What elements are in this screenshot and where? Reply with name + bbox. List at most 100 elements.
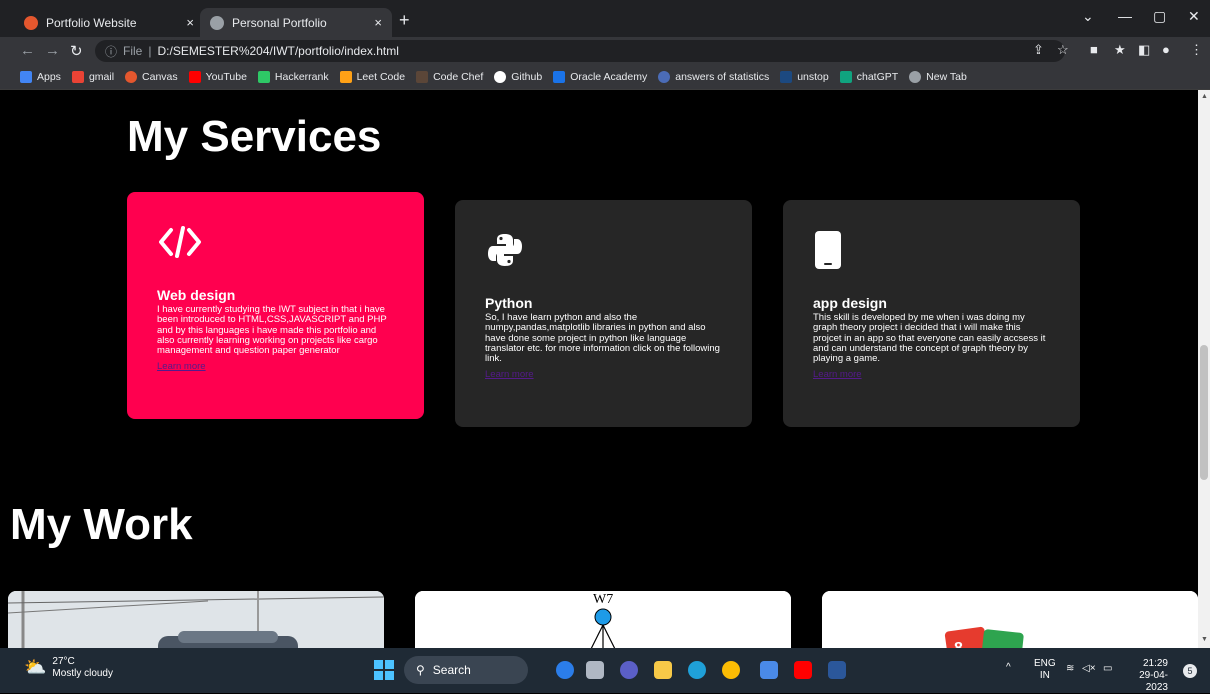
- teams-chat-icon[interactable]: [620, 661, 638, 679]
- mobile-icon: [813, 230, 1050, 270]
- youtube-taskbar-icon[interactable]: [794, 661, 812, 679]
- bookmarks-bar: Apps gmail Canvas YouTube Hackerrank Lee…: [0, 65, 1210, 90]
- learn-more-link[interactable]: Learn more: [157, 361, 206, 372]
- service-card-python: Python So, I have learn python and also …: [455, 200, 752, 427]
- temperature: 27°C: [52, 656, 75, 667]
- info-icon[interactable]: ⓘ: [105, 43, 117, 60]
- portfolio-favicon-icon: [24, 15, 38, 30]
- menu-icon[interactable]: ⋮: [1190, 42, 1203, 58]
- bookmark-youtube[interactable]: YouTube: [188, 71, 247, 83]
- bookmark-gmail[interactable]: gmail: [71, 71, 114, 83]
- bookmark-codechef[interactable]: Code Chef: [416, 71, 483, 83]
- youtube-icon: [188, 71, 201, 83]
- minimize-icon[interactable]: —: [1118, 8, 1132, 24]
- tab-portfolio-website[interactable]: Portfolio Website ×: [14, 8, 204, 37]
- service-title: Web design: [157, 287, 236, 303]
- apps-grid-icon: [20, 71, 32, 83]
- close-window-icon[interactable]: ✕: [1188, 8, 1200, 25]
- service-card-app-design: app design This skill is developed by me…: [783, 200, 1080, 427]
- weather-widget[interactable]: ⛅ 27°C Mostly cloudy: [24, 656, 113, 680]
- tab-search-icon[interactable]: ⌄: [1082, 8, 1094, 25]
- tab-title: Portfolio Website: [46, 15, 137, 30]
- unstop-icon: [780, 71, 793, 83]
- close-tab-icon[interactable]: ×: [186, 15, 194, 30]
- forward-icon[interactable]: →: [45, 42, 60, 59]
- extension-icon[interactable]: ■: [1090, 42, 1098, 57]
- bookmark-github[interactable]: Github: [494, 71, 542, 83]
- vertical-scrollbar[interactable]: ▲ ▼: [1198, 90, 1210, 648]
- service-description: I have currently studying the IWT subjec…: [157, 304, 387, 356]
- gmail-icon: [71, 71, 84, 83]
- tray-chevron-icon[interactable]: ^: [1006, 662, 1011, 674]
- bing-icon[interactable]: [556, 661, 574, 679]
- mail-icon[interactable]: [760, 661, 778, 679]
- codechef-icon: [416, 71, 429, 83]
- hackerrank-icon: [257, 71, 270, 83]
- service-title: Python: [485, 295, 533, 311]
- tab-personal-portfolio[interactable]: Personal Portfolio ×: [200, 8, 392, 37]
- bookmark-unstop[interactable]: unstop: [780, 71, 829, 83]
- date: 29-04-2023: [1139, 670, 1168, 693]
- statistics-icon: [658, 71, 671, 83]
- back-icon[interactable]: ←: [20, 42, 35, 59]
- language-indicator[interactable]: ENG IN: [1034, 658, 1056, 682]
- clock[interactable]: 21:29 29-04-2023: [1128, 658, 1168, 694]
- notification-badge[interactable]: 5: [1183, 664, 1197, 678]
- url-scheme: File: [123, 44, 143, 58]
- bookmark-chatgpt[interactable]: chatGPT: [839, 71, 898, 83]
- services-heading: My Services: [127, 112, 382, 161]
- new-tab-button[interactable]: +: [399, 10, 410, 31]
- battery-icon[interactable]: ▭: [1103, 663, 1112, 675]
- puzzle-icon[interactable]: ★: [1114, 42, 1126, 58]
- bookmark-hackerrank[interactable]: Hackerrank: [257, 71, 329, 83]
- bookmark-oracle-academy[interactable]: Oracle Academy: [553, 71, 647, 83]
- code-icon: [157, 222, 394, 262]
- bookmark-new-tab[interactable]: New Tab: [909, 71, 967, 83]
- bookmark-answers-of-statistics[interactable]: answers of statistics: [658, 71, 769, 83]
- service-description: This skill is developed by me when i was…: [813, 312, 1046, 364]
- canvas-icon: [125, 71, 138, 83]
- work-image-graph[interactable]: W7: [415, 591, 791, 648]
- python-icon: [485, 230, 722, 270]
- browser-chrome: Portfolio Website × Personal Portfolio ×…: [0, 0, 1210, 90]
- url-text: D:/SEMESTER%204/IWT/portfolio/index.html: [157, 44, 399, 58]
- close-tab-icon[interactable]: ×: [374, 15, 382, 30]
- work-image-train[interactable]: [8, 591, 384, 648]
- learn-more-link[interactable]: Learn more: [485, 369, 534, 380]
- chrome-icon[interactable]: [722, 661, 740, 679]
- wifi-icon[interactable]: ≋: [1066, 663, 1074, 675]
- profile-avatar-icon[interactable]: ●: [1162, 42, 1170, 57]
- volume-muted-icon[interactable]: ◁×: [1082, 663, 1096, 675]
- search-label: Search: [432, 663, 471, 677]
- toolbar: ← → ↻ ⓘ File | D:/SEMESTER%204/IWT/portf…: [0, 37, 1210, 65]
- cloud-sun-icon: ⛅: [24, 657, 47, 678]
- windows-start-icon[interactable]: [374, 660, 394, 680]
- scroll-up-icon[interactable]: ▲: [1201, 93, 1208, 100]
- address-bar[interactable]: ⓘ File | D:/SEMESTER%204/IWT/portfolio/i…: [95, 40, 1065, 62]
- restore-icon[interactable]: ▢: [1153, 8, 1166, 25]
- side-panel-icon[interactable]: ◧: [1138, 42, 1150, 58]
- word-icon[interactable]: [828, 661, 846, 679]
- file-explorer-icon[interactable]: [654, 661, 672, 679]
- page-viewport: My Services Web design I have currently …: [0, 90, 1198, 648]
- search-icon: ⚲: [416, 663, 425, 677]
- bookmark-canvas[interactable]: Canvas: [125, 71, 178, 83]
- oracle-icon: [553, 71, 566, 83]
- bookmark-apps[interactable]: Apps: [20, 71, 61, 83]
- taskbar-search[interactable]: ⚲ Search: [404, 656, 528, 684]
- learn-more-link[interactable]: Learn more: [813, 369, 862, 380]
- scroll-down-icon[interactable]: ▼: [1201, 636, 1208, 643]
- bookmark-star-icon[interactable]: ☆: [1057, 42, 1069, 58]
- service-card-web-design: Web design I have currently studying the…: [127, 192, 424, 419]
- chatgpt-icon: [839, 71, 852, 83]
- taskbar: ⛅ 27°C Mostly cloudy ⚲ Search ^ ENG IN ≋…: [0, 648, 1210, 693]
- share-icon[interactable]: ⇪: [1033, 42, 1044, 58]
- bookmark-leetcode[interactable]: Leet Code: [339, 71, 405, 83]
- task-view-icon[interactable]: [586, 661, 604, 679]
- svg-text:8: 8: [954, 640, 963, 648]
- work-image-uno[interactable]: 8: [822, 591, 1198, 648]
- reload-icon[interactable]: ↻: [70, 42, 83, 60]
- tab-strip: Portfolio Website × Personal Portfolio ×…: [0, 0, 1210, 37]
- edge-icon[interactable]: [688, 661, 706, 679]
- scroll-thumb[interactable]: [1200, 345, 1208, 480]
